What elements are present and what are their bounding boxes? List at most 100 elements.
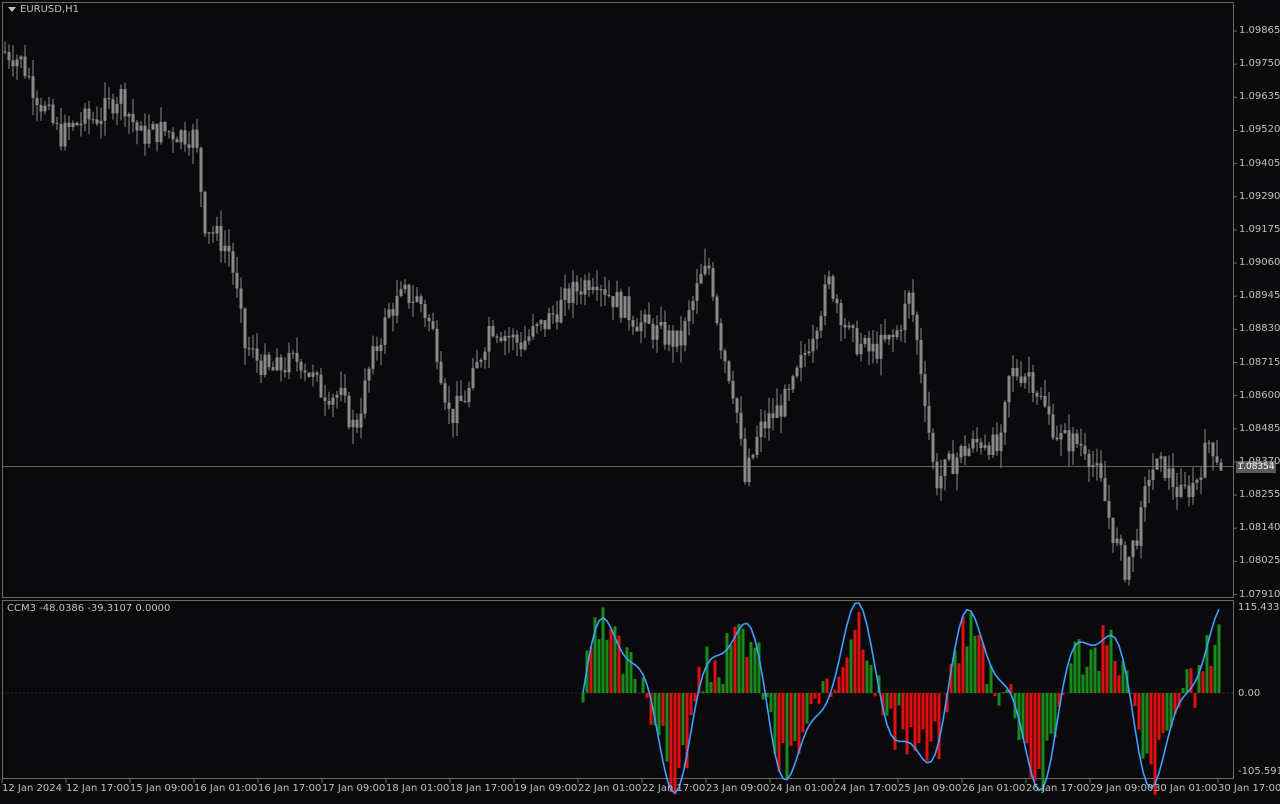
candle-body xyxy=(168,131,171,132)
candle-body xyxy=(1188,485,1191,497)
candle-body xyxy=(512,335,515,338)
candle-body xyxy=(976,439,979,442)
price-chart[interactable] xyxy=(0,0,1280,800)
indicator-histogram-bar xyxy=(714,660,717,693)
candle-body xyxy=(652,324,655,340)
indicator-histogram-bar xyxy=(994,693,997,696)
indicator-label: CCM3 -48.0386 -39.3107 0.0000 xyxy=(7,603,170,614)
candle-body xyxy=(908,293,911,304)
candle-body xyxy=(632,320,635,327)
time-tick-label: 22 Jan 01:00 xyxy=(578,783,641,794)
candle-body xyxy=(1112,518,1115,543)
indicator-histogram-bar xyxy=(1050,693,1053,734)
candle-body xyxy=(1196,480,1199,483)
candle-body xyxy=(160,122,163,142)
candle-body xyxy=(408,285,411,303)
candle-body xyxy=(996,435,999,451)
candle-body xyxy=(4,51,7,52)
indicator-histogram-bar xyxy=(874,693,877,696)
candle-body xyxy=(100,121,103,124)
indicator-histogram-bar xyxy=(626,647,629,693)
candle-body xyxy=(376,346,379,351)
candle-body xyxy=(696,283,699,301)
candle-body xyxy=(1124,545,1127,580)
indicator-histogram-bar xyxy=(962,617,965,693)
candle-body xyxy=(212,232,215,233)
indicator-histogram-bar xyxy=(1162,693,1165,733)
candle-body xyxy=(452,409,455,423)
candle-body xyxy=(264,355,267,375)
candle-body xyxy=(456,396,459,423)
candle-body xyxy=(152,124,155,130)
candle-body xyxy=(812,339,815,352)
candle-body xyxy=(80,124,83,125)
indicator-histogram-bar xyxy=(1082,675,1085,693)
dropdown-triangle-icon[interactable] xyxy=(8,7,16,12)
indicator-histogram-bar xyxy=(726,633,729,693)
candle-body xyxy=(648,314,651,323)
indicator-histogram-bar xyxy=(1142,693,1145,759)
candle-body xyxy=(236,273,239,289)
candle-body xyxy=(944,459,947,476)
price-tick-label: 1.08600 xyxy=(1239,390,1280,401)
candle-body xyxy=(312,373,315,377)
candle-body xyxy=(1212,443,1215,457)
candle-body xyxy=(256,348,259,360)
chart-window[interactable] xyxy=(0,0,1280,800)
candle-body xyxy=(500,338,503,341)
indicator-histogram-bar xyxy=(1098,671,1101,693)
candle-body xyxy=(92,119,95,120)
indicator-histogram-bar xyxy=(1042,693,1045,792)
candle-body xyxy=(844,325,847,327)
candle-body xyxy=(596,287,599,290)
indicator-histogram-bar xyxy=(666,693,669,762)
candle-body xyxy=(628,296,631,320)
candle-body xyxy=(272,367,275,370)
candle-body xyxy=(1204,443,1207,478)
indicator-histogram-bar xyxy=(982,643,985,693)
candle-body xyxy=(120,89,123,104)
candle-body xyxy=(508,336,511,337)
indicator-histogram-bar xyxy=(850,640,853,693)
candle-body xyxy=(788,389,791,390)
indicator-histogram-bar xyxy=(786,693,789,779)
price-tick-label: 1.08255 xyxy=(1239,489,1280,500)
candle-body xyxy=(324,397,327,401)
indicator-axis-top: 115.4334 xyxy=(1238,602,1280,613)
candle-body xyxy=(404,285,407,289)
indicator-histogram-bar xyxy=(1086,667,1089,693)
candle-body xyxy=(888,335,891,339)
candle-body xyxy=(140,126,143,131)
indicator-histogram-bar xyxy=(1150,693,1153,764)
candle-body xyxy=(1080,444,1083,446)
indicator-histogram-bar xyxy=(1186,669,1189,693)
indicator-axis-zero: 0.00 xyxy=(1238,688,1260,699)
candle-body xyxy=(948,454,951,460)
candle-body xyxy=(128,114,131,117)
price-tick-label: 1.09750 xyxy=(1239,58,1280,69)
candle-body xyxy=(768,413,771,428)
candle-body xyxy=(736,398,739,412)
indicator-histogram-bar xyxy=(1106,645,1109,693)
indicator-histogram-bar xyxy=(790,693,793,746)
indicator-histogram-bar xyxy=(658,693,661,735)
candle-body xyxy=(116,104,119,114)
indicator-histogram-bar xyxy=(838,676,841,693)
candle-body xyxy=(104,98,107,121)
candle-body xyxy=(372,346,375,369)
indicator-histogram-bar xyxy=(746,657,749,693)
time-tick-label: 30 Jan 17:00 xyxy=(1218,783,1280,794)
indicator-histogram-bar xyxy=(1158,693,1161,740)
candle-body xyxy=(536,324,539,326)
candle-body xyxy=(1076,433,1079,443)
candle-body xyxy=(744,439,747,482)
candle-body xyxy=(776,405,779,418)
indicator-histogram-bar xyxy=(862,650,865,693)
candle-body xyxy=(852,325,855,327)
indicator-histogram-bar xyxy=(934,693,937,722)
indicator-histogram-bar xyxy=(710,682,713,693)
indicator-histogram-bar xyxy=(974,636,977,693)
candle-body xyxy=(464,401,467,402)
candle-body xyxy=(1024,376,1027,382)
candle-body xyxy=(1216,456,1219,462)
